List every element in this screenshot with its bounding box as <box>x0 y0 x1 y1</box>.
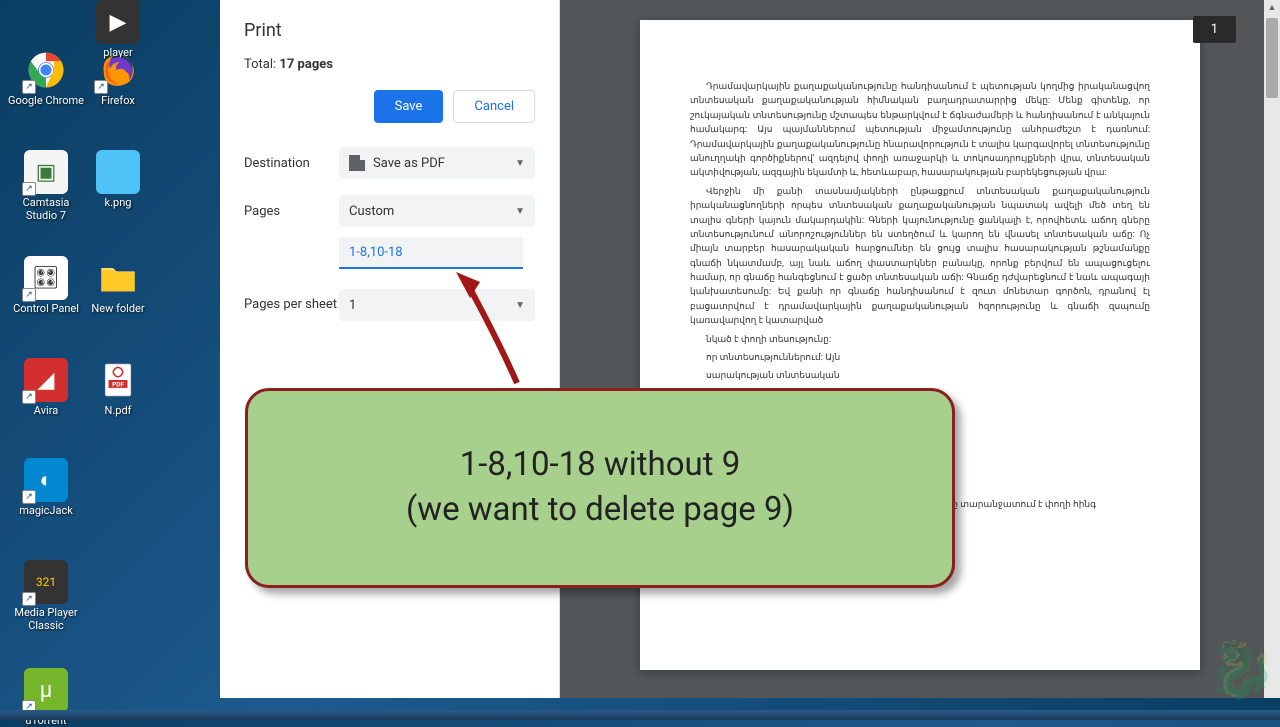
app-icon: ↗ <box>24 48 68 92</box>
print-total: Total: 17 pages <box>244 57 535 72</box>
print-panel: Print Total: 17 pages Save Cancel Destin… <box>220 0 560 698</box>
pages-value: Custom <box>349 204 394 219</box>
desktop-icon-label: Avira <box>34 404 58 417</box>
app-icon: 321↗ <box>24 560 68 604</box>
app-icon: ◐↗ <box>24 458 68 502</box>
desktop-icon-k-png[interactable]: k.png <box>78 150 158 209</box>
pdf-icon <box>349 155 365 171</box>
save-button[interactable]: Save <box>374 90 444 123</box>
chevron-down-icon: ▼ <box>515 300 525 311</box>
scrollbar-thumb[interactable] <box>1266 18 1278 98</box>
taskbar[interactable] <box>0 710 1280 720</box>
watermark-icon: 🐉 <box>1210 638 1274 702</box>
desktop-icon-magicjack[interactable]: ◐↗ magicJack <box>6 458 86 517</box>
app-icon: ↗ <box>96 48 140 92</box>
desktop-icon-media-player-classic[interactable]: 321↗Media Player Classic <box>6 560 86 632</box>
desktop-icon-firefox[interactable]: ↗Firefox <box>78 48 158 107</box>
destination-row: Destination Save as PDF ▼ <box>244 147 535 179</box>
desktop: ▶player↗Google Chrome↗Firefox▣↗Camtasia … <box>0 0 220 720</box>
scrollbar-vertical[interactable]: ▲ <box>1264 0 1280 698</box>
print-buttons: Save Cancel <box>244 90 535 123</box>
total-prefix: Total: <box>244 57 279 72</box>
shortcut-arrow-icon: ↗ <box>22 390 36 404</box>
shortcut-arrow-icon: ↗ <box>22 490 36 504</box>
cancel-button[interactable]: Cancel <box>453 90 535 123</box>
svg-text:PDF: PDF <box>112 380 124 388</box>
app-icon <box>96 256 140 300</box>
callout-annotation: 1-8,10-18 without 9 (we want to delete p… <box>245 388 955 588</box>
desktop-icon-avira[interactable]: ◢↗ Avira <box>6 358 86 417</box>
pages-select[interactable]: Custom ▼ <box>339 195 535 227</box>
preview-area: Դրամավարկային քաղաքականությունը հանդիսան… <box>560 0 1280 698</box>
callout-line1: 1-8,10-18 without 9 <box>460 443 741 488</box>
desktop-icon-label: k.png <box>105 196 132 209</box>
shortcut-arrow-icon: ↗ <box>94 80 108 94</box>
desktop-icon-label: New folder <box>91 302 144 315</box>
desktop-icon-google-chrome[interactable]: ↗Google Chrome <box>6 48 86 107</box>
print-dialog-window: Print Total: 17 pages Save Cancel Destin… <box>220 0 1280 698</box>
preview-paragraph: Վերջին մի քանի տասնամյակների ընթացքում տ… <box>690 185 1150 329</box>
preview-paragraph: սարակության տնտեսական <box>690 369 1150 383</box>
destination-label: Destination <box>244 156 339 171</box>
pps-select[interactable]: 1 ▼ <box>339 289 535 321</box>
chevron-down-icon: ▼ <box>515 206 525 217</box>
desktop-icon-label: Firefox <box>101 94 135 107</box>
pps-label: Pages per sheet <box>244 297 339 314</box>
destination-value: Save as PDF <box>373 156 445 171</box>
shortcut-arrow-icon: ↗ <box>22 80 36 94</box>
pps-value: 1 <box>349 298 356 313</box>
desktop-icon-new-folder[interactable]: New folder <box>78 256 158 315</box>
shortcut-arrow-icon: ↗ <box>22 288 36 302</box>
desktop-icon-label: Google Chrome <box>8 94 84 107</box>
app-icon <box>96 150 140 194</box>
desktop-icon-control-panel[interactable]: 🎛↗ Control Panel <box>6 256 86 315</box>
desktop-icon-label: N.pdf <box>105 404 132 417</box>
preview-paragraph: նկած է փողի տեսությունը: <box>690 333 1150 347</box>
shortcut-arrow-icon: ↗ <box>22 182 36 196</box>
page-number-badge: 1 <box>1193 16 1236 43</box>
app-icon: 🎛↗ <box>24 256 68 300</box>
pages-range-input[interactable] <box>339 237 523 269</box>
total-value: 17 pages <box>279 57 333 72</box>
print-title: Print <box>244 20 535 41</box>
pages-row: Pages Custom ▼ <box>244 195 535 227</box>
desktop-icon-label: Camtasia Studio 7 <box>6 196 86 222</box>
app-icon: ▶ <box>96 0 140 44</box>
callout-line2: (we want to delete page 9) <box>406 488 794 533</box>
app-icon: ◢↗ <box>24 358 68 402</box>
app-icon: PDF <box>96 358 140 402</box>
desktop-icon-label: magicJack <box>19 504 73 517</box>
preview-paragraph: որ տնտեսություններում: Այն <box>690 351 1150 365</box>
destination-select[interactable]: Save as PDF ▼ <box>339 147 535 179</box>
pages-label: Pages <box>244 204 339 219</box>
chevron-down-icon: ▼ <box>515 158 525 169</box>
desktop-icon-label: Control Panel <box>13 302 79 315</box>
desktop-icon-camtasia-studio-7[interactable]: ▣↗Camtasia Studio 7 <box>6 150 86 222</box>
preview-paragraph: Դրամավարկային քաղաքականությունը հանդիսան… <box>690 80 1150 181</box>
app-icon: ▣↗ <box>24 150 68 194</box>
desktop-icon-label: Media Player Classic <box>6 606 86 632</box>
shortcut-arrow-icon: ↗ <box>22 592 36 606</box>
pps-row: Pages per sheet 1 ▼ <box>244 289 535 321</box>
app-icon: µ↗ <box>24 668 68 712</box>
desktop-icon-n-pdf[interactable]: PDF N.pdf <box>78 358 158 417</box>
pages-input-row <box>339 237 535 269</box>
scroll-up-arrow-icon[interactable]: ▲ <box>1266 2 1278 14</box>
